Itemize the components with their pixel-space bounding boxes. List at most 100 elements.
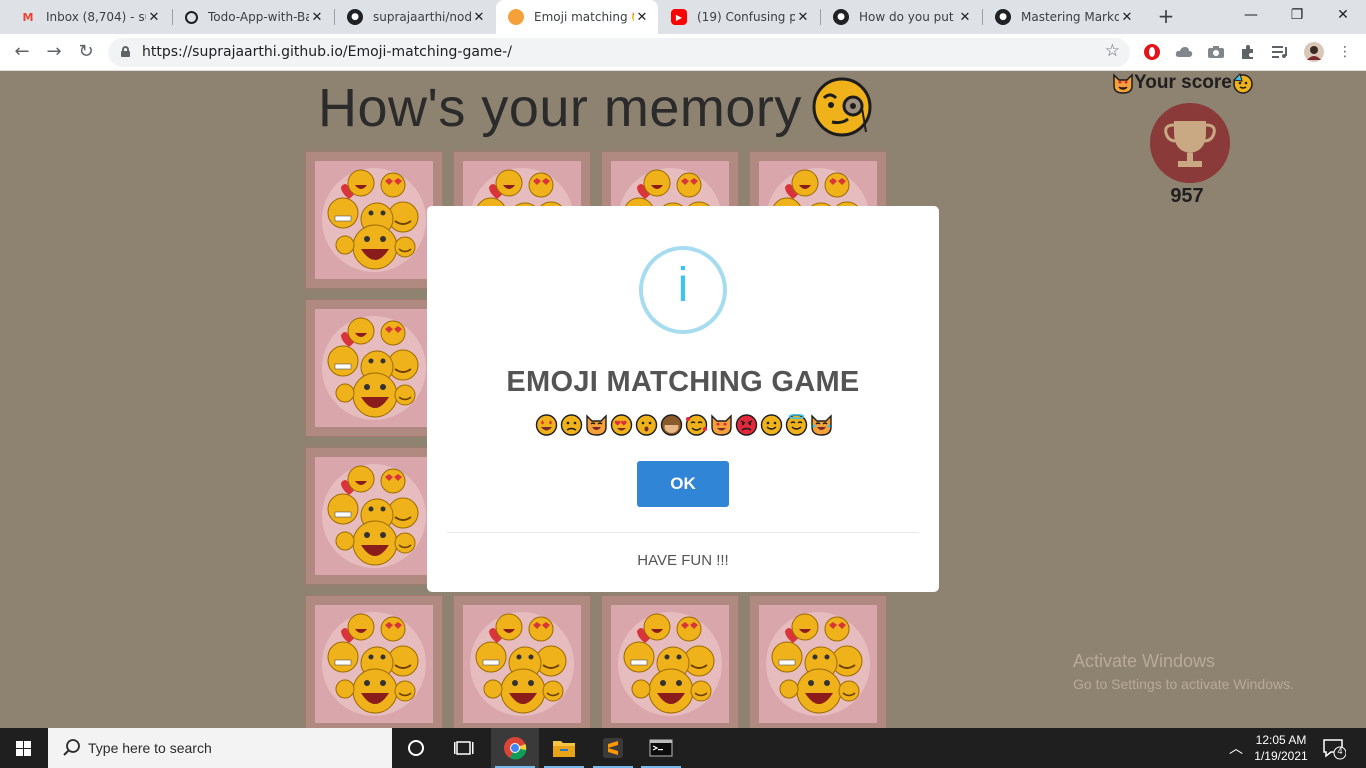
emoji-icon [508,9,524,25]
confused-emoji-icon [560,414,583,436]
card-back-image [611,605,729,723]
back-arrow-icon[interactable]: ← [10,40,34,64]
heart-eyes-cat-icon [1113,73,1133,94]
tab-title: suprajaarthi/node [373,10,471,24]
tab-title: Todo-App-with-Ba [208,10,309,24]
gmail-icon: M [22,10,34,24]
star-struck-emoji-icon [535,414,558,436]
card-back-image [463,605,581,723]
tab-title: Mastering Markdo [1021,10,1119,24]
address-bar[interactable]: https://suprajaarthi.github.io/Emoji-mat… [108,38,1130,67]
media-queue-icon[interactable] [1271,43,1289,61]
memory-card[interactable] [305,447,443,585]
close-tab-icon[interactable]: ✕ [471,10,487,25]
notification-count: 4 [1337,746,1343,756]
info-modal: i EMOJI MATCHING GAME OK HAVE FUN !!! [427,206,939,592]
menu-kebab-icon[interactable]: ⋮ [1336,43,1354,61]
tab-markdown[interactable]: ● Mastering Markdo ✕ [983,0,1143,34]
clock-time: 12:05 AM [1255,733,1307,747]
show-hidden-icons-chevron[interactable]: ︿ [1226,738,1246,758]
puzzle-extensions-icon[interactable] [1239,43,1257,61]
page-heading: How's your memory [318,78,802,138]
monkey-emoji-icon [660,414,683,436]
file-explorer-icon[interactable] [540,728,588,768]
close-tab-icon[interactable]: ✕ [795,10,811,25]
memory-card[interactable] [305,151,443,289]
tab-youtube[interactable]: ▶ (19) Confusing par ✕ [659,0,819,34]
modal-divider [447,532,919,533]
close-tab-icon[interactable]: ✕ [634,10,650,25]
lock-icon [121,46,130,57]
surprised-emoji-icon [635,414,658,436]
start-button[interactable] [0,728,48,768]
bookmark-star-icon[interactable]: ☆ [1105,41,1120,61]
clock-date: 1/19/2021 [1254,749,1308,763]
minimize-button[interactable]: — [1228,0,1274,30]
maximize-button[interactable]: ❐ [1274,0,1320,30]
taskbar-search-box[interactable]: Type here to search [48,728,392,768]
profile-avatar[interactable] [1304,42,1324,62]
ok-button[interactable]: OK [637,461,729,507]
memory-card[interactable] [749,595,887,728]
youtube-icon: ▶ [671,9,687,25]
close-tab-icon[interactable]: ✕ [146,10,162,25]
search-placeholder: Type here to search [88,740,212,756]
browser-toolbar: ← → ↻ https://suprajaarthi.github.io/Emo… [0,34,1366,71]
chrome-taskbar-icon[interactable] [491,728,539,768]
memory-card[interactable] [305,299,443,437]
terminal-icon[interactable] [637,728,685,768]
cortana-icon[interactable] [392,728,440,768]
browser-tab-strip: M Inbox (8,704) - sup ✕ Todo-App-with-Ba… [0,0,1366,34]
taskbar-clock[interactable]: 12:05 AM 1/19/2021 [1246,732,1316,764]
activate-windows-watermark: Activate Windows Go to Settings to activ… [1073,651,1294,692]
tab-title: (19) Confusing par [697,10,795,24]
camera-extension-icon[interactable] [1207,43,1225,61]
score-title-text: Your score [1134,72,1232,93]
tab-todo-app[interactable]: Todo-App-with-Ba ✕ [173,0,333,34]
windows-logo-icon [16,741,31,756]
opera-extension-icon[interactable] [1143,43,1161,61]
close-tab-icon[interactable]: ✕ [309,10,325,25]
github-icon: ● [995,9,1011,25]
close-tab-icon[interactable]: ✕ [957,10,973,25]
new-tab-button[interactable]: + [1154,5,1178,29]
close-tab-icon[interactable]: ✕ [1119,10,1135,25]
tab-title: How do you put Ir [859,10,957,24]
memory-card[interactable] [305,595,443,728]
card-back-image [315,309,433,427]
windows-taskbar: Type here to search ︿ 12:05 AM 1/19/2021… [0,728,1366,768]
sublime-text-icon[interactable] [589,728,637,768]
notification-center-icon[interactable]: 4 [1322,738,1347,760]
memory-card[interactable] [601,595,739,728]
modal-title: EMOJI MATCHING GAME [506,366,860,398]
info-icon-glyph: i [677,259,689,312]
watermark-line2: Go to Settings to activate Windows. [1073,676,1294,692]
close-window-button[interactable]: ✕ [1320,0,1366,30]
reload-icon[interactable]: ↻ [74,40,98,64]
tab-gmail[interactable]: M Inbox (8,704) - sup ✕ [8,0,170,34]
monocle-face-icon [812,77,872,137]
halo-emoji-icon [785,413,808,436]
cloud-extension-icon[interactable] [1175,43,1193,61]
memory-card[interactable] [453,595,591,728]
watermark-line1: Activate Windows [1073,651,1216,671]
tab-github-question[interactable]: ● How do you put Ir ✕ [821,0,981,34]
tab-emoji-matching[interactable]: Emoji matching 🤩 ✕ [496,0,658,34]
search-icon [63,739,80,756]
angry-emoji-icon [735,414,758,436]
tab-github-node[interactable]: ● suprajaarthi/node ✕ [335,0,495,34]
forward-arrow-icon[interactable]: → [42,40,66,64]
smile-emoji-icon [760,414,783,436]
card-back-image [759,605,877,723]
modal-footer: HAVE FUN !!! [637,552,729,569]
info-icon: i [639,246,727,334]
github-icon: ● [833,9,849,25]
task-view-icon[interactable] [440,728,488,768]
modal-emoji-row [535,413,833,436]
score-value: 957 [1170,185,1204,207]
smiling-hearts-emoji-icon [685,414,708,436]
tab-title: Emoji matching 🤩 [534,10,634,24]
card-back-image [315,161,433,279]
card-back-image [315,457,433,575]
card-back-image [315,605,433,723]
